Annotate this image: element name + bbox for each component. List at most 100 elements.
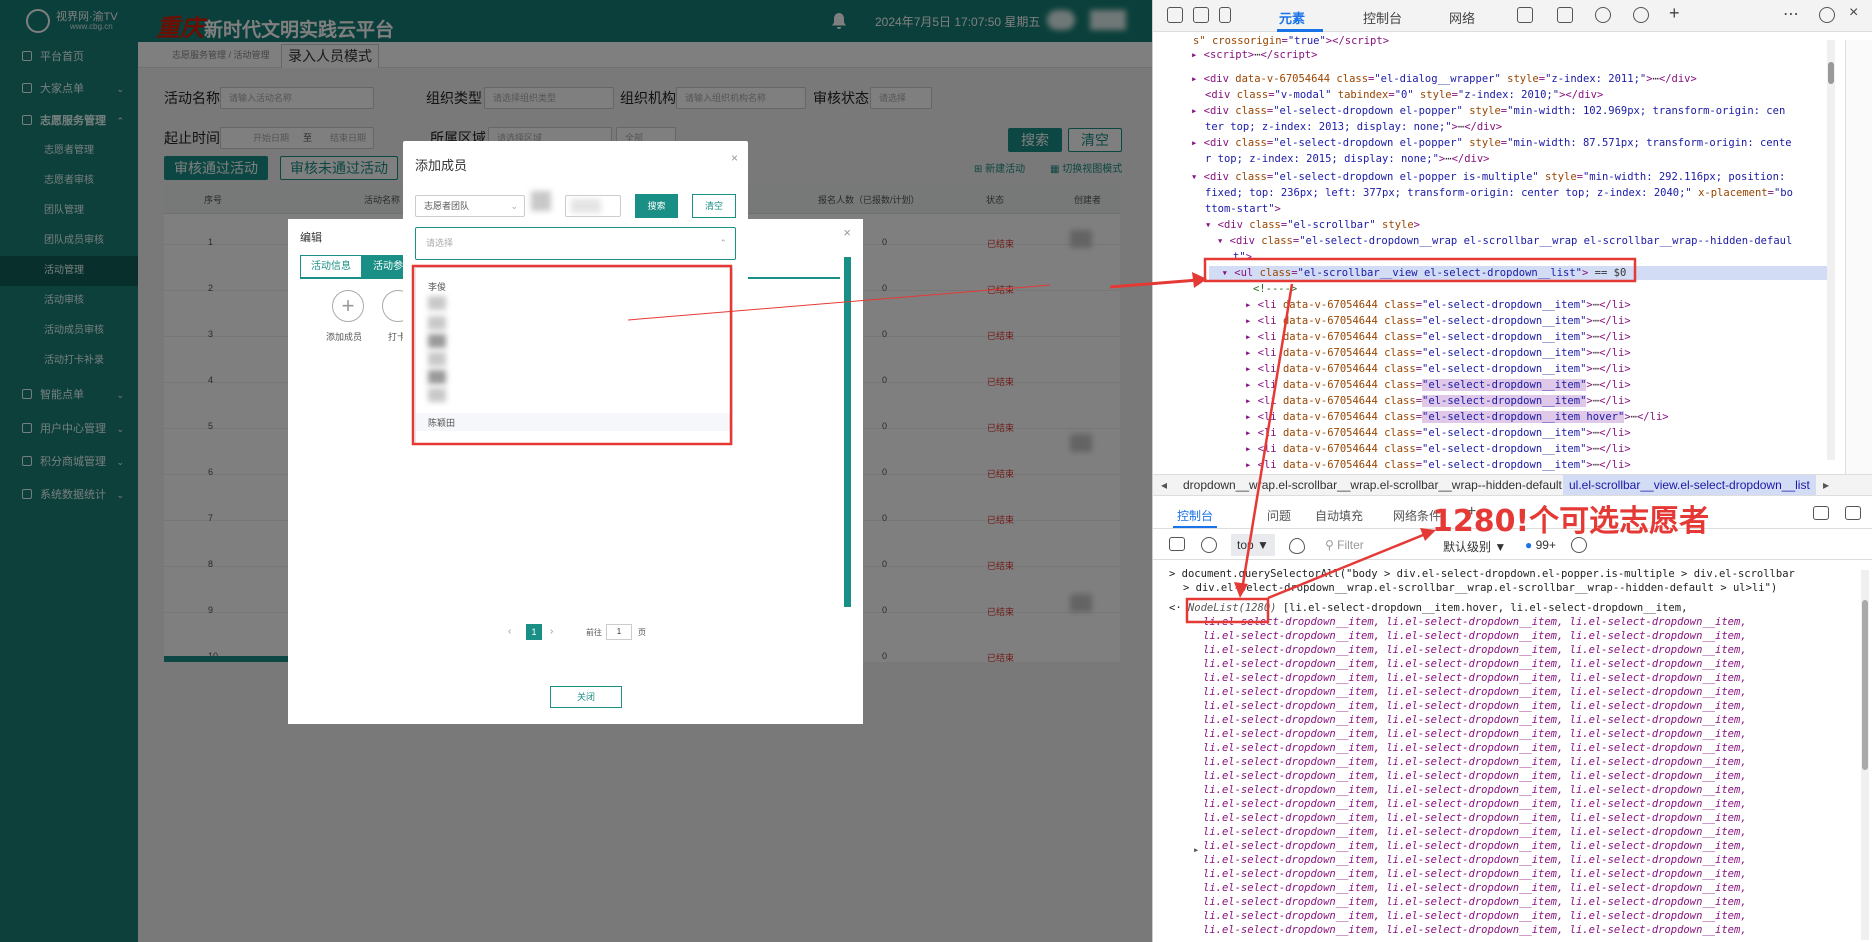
close-devtools-icon[interactable]: × (1849, 4, 1858, 22)
drawer-tab-issues[interactable]: 问题 (1267, 507, 1291, 524)
drawer-tab-autofill[interactable]: 自动填充 (1315, 507, 1363, 524)
dom-line[interactable]: s" crossorigin="true"></script> (1193, 34, 1389, 48)
result-line: li.el-select-dropdown__item, li.el-selec… (1203, 868, 1747, 880)
close-icon[interactable]: × (731, 151, 738, 165)
dom-line[interactable]: fixed; top: 236px; left: 377px; transfor… (1205, 186, 1793, 200)
dom-line[interactable]: ▸ <li data-v-67054644 class="el-select-d… (1245, 442, 1631, 456)
result-line: li.el-select-dropdown__item, li.el-selec… (1203, 826, 1747, 838)
dom-line[interactable]: ▾ <div class="el-select-dropdown el-popp… (1191, 170, 1785, 184)
breadcrumb-item[interactable]: dropdown__wrap.el-scrollbar__wrap.el-scr… (1183, 478, 1562, 492)
dom-line[interactable]: ▸ <li data-v-67054644 class="el-select-d… (1245, 426, 1631, 440)
help-icon[interactable] (1819, 7, 1835, 23)
volunteer-dropdown-list[interactable]: 李俊 陈颖田 (415, 267, 733, 445)
dock-icon[interactable] (1219, 7, 1231, 23)
dom-line[interactable]: ▸ <li data-v-67054644 class="el-select-d… (1245, 362, 1631, 376)
performance-icon[interactable] (1595, 7, 1611, 23)
prev-page-icon[interactable]: ‹ (508, 626, 511, 637)
redacted-item[interactable] (428, 388, 446, 402)
filter-input[interactable]: ⚲ Filter (1325, 538, 1364, 552)
tab-activity-info[interactable]: 活动信息 (300, 255, 362, 279)
console-scrollbar[interactable] (1861, 570, 1869, 940)
more-options-icon[interactable]: ⋯ (1783, 4, 1799, 24)
dropdown-item[interactable]: 李俊 (428, 280, 446, 293)
more-tabs-plus-icon[interactable]: + (1669, 3, 1680, 24)
breadcrumb-left-arrow[interactable]: ◂ (1161, 478, 1167, 492)
dom-line[interactable]: ▸ <li data-v-67054644 class="el-select-d… (1245, 346, 1631, 360)
redacted-item[interactable] (428, 316, 446, 330)
dom-line[interactable]: ttom-start"> (1205, 202, 1281, 216)
dom-line[interactable]: ▸ <div class="el-select-dropdown el-popp… (1191, 136, 1792, 150)
redacted-item[interactable] (428, 352, 446, 366)
vertical-scrollbar[interactable] (844, 257, 851, 607)
dom-line[interactable]: ▸ <div class="el-select-dropdown el-popp… (1191, 104, 1785, 118)
scroll-thumb[interactable] (1862, 600, 1868, 770)
dom-line[interactable]: <div class="v-modal" tabindex="0" style=… (1205, 88, 1603, 102)
dom-line[interactable]: ▸ <li data-v-67054644 class="el-select-d… (1245, 314, 1631, 328)
application-icon[interactable] (1517, 7, 1533, 23)
result-line: li.el-select-dropdown__item, li.el-selec… (1203, 798, 1747, 810)
result-line: li.el-select-dropdown__item, li.el-selec… (1203, 686, 1747, 698)
goto-page-input[interactable]: 1 (606, 624, 632, 640)
chevron-up-icon: ⌃ (719, 238, 727, 248)
redacted-item[interactable] (428, 370, 446, 384)
drawer-dock-icon[interactable] (1813, 506, 1829, 520)
drawer-tab-console[interactable]: 控制台 (1177, 507, 1213, 524)
dom-line[interactable]: ▸ <li data-v-67054644 class="el-select-d… (1245, 298, 1631, 312)
sidebar-toggle-icon[interactable] (1169, 537, 1185, 551)
result-line: li.el-select-dropdown__item, li.el-selec… (1203, 854, 1747, 866)
bug-icon[interactable] (1557, 7, 1573, 23)
goto-label: 前往 (586, 628, 602, 637)
live-expression-eye-icon[interactable] (1289, 538, 1305, 554)
device-toolbar-icon[interactable] (1193, 7, 1209, 23)
dom-line[interactable]: ter top; z-index: 2013; display: none;">… (1205, 120, 1502, 134)
dom-line[interactable]: ▸ <div data-v-67054644 class="el-dialog_… (1191, 72, 1697, 86)
dom-line[interactable]: ▸ <li data-v-67054644 class="el-select-d… (1245, 410, 1669, 424)
close-button[interactable]: 关闭 (550, 686, 622, 708)
console-prompt: > document.querySelectorAll("body > div.… (1169, 568, 1795, 580)
breadcrumb-item-selected[interactable]: ul.el-scrollbar__view.el-select-dropdown… (1563, 475, 1816, 495)
issues-badge[interactable]: ● 99+ (1525, 538, 1556, 552)
console-output: > document.querySelectorAll("body > div.… (1153, 562, 1853, 942)
issues-count: 99+ (1535, 538, 1556, 552)
redacted-item[interactable] (428, 334, 446, 348)
dom-line[interactable]: ▸ <li data-v-67054644 class="el-select-d… (1245, 458, 1631, 472)
tab-elements[interactable]: 元素 (1279, 8, 1305, 27)
dom-line[interactable]: ▾ <div class="el-select-dropdown__wrap e… (1217, 234, 1792, 248)
scroll-thumb[interactable] (1828, 62, 1834, 84)
close-drawer-icon[interactable] (1845, 506, 1861, 520)
dom-line[interactable]: <!----> (1253, 282, 1297, 296)
dom-line-selected[interactable]: ▾ <ul class="el-scrollbar__view el-selec… (1209, 266, 1829, 280)
dom-line[interactable]: ▸ <li data-v-67054644 class="el-select-d… (1245, 394, 1631, 408)
dom-line[interactable]: ▸ <li data-v-67054644 class="el-select-d… (1245, 378, 1631, 392)
search-button[interactable]: 搜索 (635, 194, 678, 218)
clear-button[interactable]: 清空 (692, 194, 736, 218)
select-placeholder: 请选择 (426, 238, 454, 248)
page-current[interactable]: 1 (526, 624, 542, 640)
expand-arrow-icon[interactable]: ▸ (1193, 844, 1199, 858)
dom-line[interactable]: ▾ <div class="el-scrollbar" style> (1205, 218, 1420, 232)
clear-console-icon[interactable] (1201, 537, 1217, 553)
console-result[interactable]: <· NodeList(1280) [li.el-select-dropdown… (1169, 602, 1687, 616)
context-select[interactable]: top ▼ (1231, 534, 1275, 556)
tab-network[interactable]: 网络 (1449, 8, 1475, 27)
log-level-select[interactable]: 默认级别 ▼ (1443, 538, 1506, 555)
elements-scrollbar[interactable] (1827, 40, 1835, 460)
result-line: li.el-select-dropdown__item, li.el-selec… (1203, 616, 1747, 628)
dom-line[interactable]: r top; z-index: 2015; display: none;">⋯<… (1205, 152, 1490, 166)
active-drawer-indicator (1173, 526, 1217, 528)
inspect-icon[interactable] (1167, 7, 1183, 23)
dom-line[interactable]: ▸ <script>⋯</script> (1191, 48, 1317, 62)
dropdown-item-hover[interactable]: 陈颖田 (416, 413, 732, 431)
tab-console[interactable]: 控制台 (1363, 8, 1402, 27)
dom-line[interactable]: t"> (1233, 250, 1252, 264)
dom-line[interactable]: ▸ <li data-v-67054644 class="el-select-d… (1245, 330, 1631, 344)
breadcrumb-right-arrow[interactable]: ▸ (1823, 478, 1829, 492)
plus-icon[interactable]: + (332, 290, 364, 322)
next-page-icon[interactable]: › (550, 626, 553, 637)
settings-gear-icon[interactable] (1633, 7, 1649, 23)
redacted-item[interactable] (428, 296, 446, 310)
close-icon[interactable]: × (843, 225, 851, 240)
result-line: li.el-select-dropdown__item, li.el-selec… (1203, 770, 1747, 782)
team-select[interactable]: 志愿者团队 ⌄ (415, 195, 525, 217)
volunteer-multiselect[interactable]: 请选择 ⌃ (415, 227, 736, 260)
